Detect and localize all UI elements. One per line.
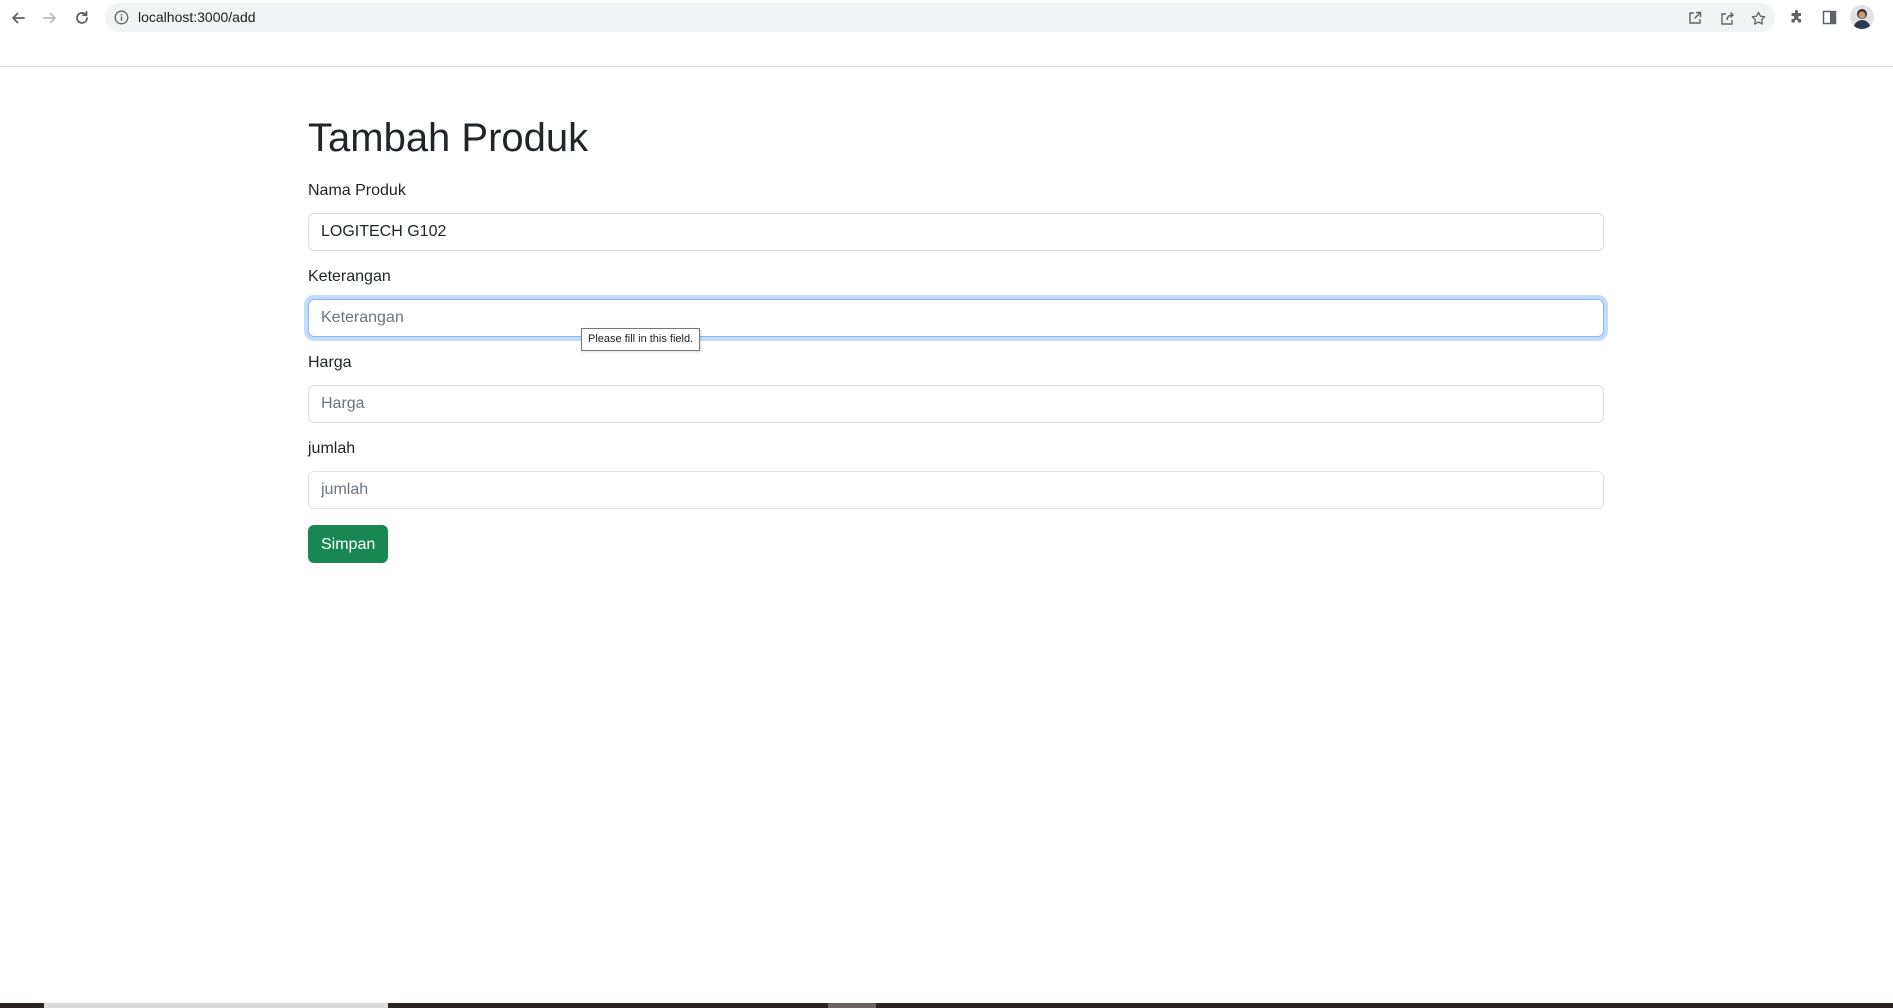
page-title: Tambah Produk [308,116,589,160]
extensions-icon[interactable] [1787,7,1807,27]
star-icon[interactable] [1750,10,1766,26]
simpan-button[interactable]: Simpan [308,525,389,563]
reload-button[interactable] [69,5,95,31]
nama-produk-input[interactable] [308,213,1604,251]
label-jumlah: jumlah [308,440,356,457]
forward-button[interactable] [37,5,63,31]
taskbar-strip [0,1003,1893,1008]
info-icon[interactable] [114,10,129,25]
validation-tooltip: Please fill in this field. [581,328,701,351]
label-harga: Harga [308,354,352,371]
arrow-left-icon [10,10,26,26]
reload-icon [74,10,90,26]
open-in-new-icon[interactable] [1687,10,1703,26]
jumlah-input[interactable] [308,471,1604,509]
taskbar-segment [828,1003,876,1008]
arrow-right-icon [42,10,58,26]
keterangan-input[interactable] [308,299,1604,337]
field-jumlah: jumlah [308,439,1604,509]
field-nama-produk: Nama Produk [308,181,1604,251]
share-icon[interactable] [1719,10,1735,26]
back-button[interactable] [5,5,31,31]
field-keterangan: Keterangan [308,267,1604,337]
label-keterangan: Keterangan [308,268,391,285]
address-bar[interactable]: localhost:3000/add [105,3,1775,32]
form-container: Tambah Produk Nama Produk Keterangan Har… [308,110,1604,563]
side-panel-icon[interactable] [1819,7,1839,27]
harga-input[interactable] [308,385,1604,423]
field-harga: Harga [308,353,1604,423]
taskbar-segment [44,1003,388,1008]
profile-avatar[interactable] [1850,5,1874,29]
label-nama-produk: Nama Produk [308,182,406,199]
browser-toolbar: localhost:3000/add [0,0,1893,67]
url-text[interactable]: localhost:3000/add [138,9,256,26]
